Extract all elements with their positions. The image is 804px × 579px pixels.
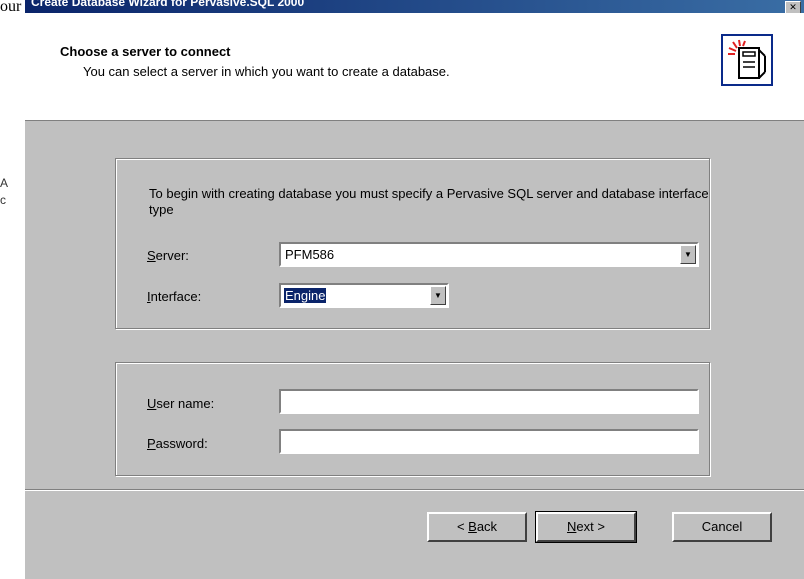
server-value: PFM586 bbox=[285, 247, 335, 262]
background-text-fragment: A bbox=[0, 176, 9, 190]
wizard-header: Choose a server to connect You can selec… bbox=[25, 13, 804, 121]
wizard-server-icon bbox=[721, 34, 773, 86]
password-field[interactable] bbox=[279, 429, 699, 454]
next-button[interactable]: Next > bbox=[535, 511, 637, 543]
window-title: Create Database Wizard for Pervasive.SQL… bbox=[31, 0, 305, 9]
close-icon: ✕ bbox=[789, 2, 797, 12]
server-select[interactable]: PFM586 ▼ bbox=[279, 242, 699, 267]
interface-select[interactable]: Engine ▼ bbox=[279, 283, 449, 308]
interface-label: Interface: bbox=[147, 289, 202, 304]
title-bar: Create Database Wizard for Pervasive.SQL… bbox=[25, 0, 804, 14]
back-button[interactable]: < Back bbox=[427, 512, 527, 542]
interface-value: Engine bbox=[282, 287, 328, 304]
button-separator bbox=[25, 489, 804, 491]
background-text-fragment: c bbox=[0, 193, 6, 207]
username-label: User name: bbox=[147, 396, 215, 411]
server-label: Server: bbox=[147, 248, 189, 263]
username-field[interactable] bbox=[279, 389, 699, 414]
chevron-down-icon: ▼ bbox=[434, 291, 442, 300]
page-subtitle: You can select a server in which you wan… bbox=[83, 64, 450, 79]
page-title: Choose a server to connect bbox=[60, 44, 231, 59]
interface-dropdown-button[interactable]: ▼ bbox=[430, 286, 446, 305]
chevron-down-icon: ▼ bbox=[684, 250, 692, 259]
password-label: Password: bbox=[147, 436, 208, 451]
cancel-button[interactable]: Cancel bbox=[672, 512, 772, 542]
server-dropdown-button[interactable]: ▼ bbox=[680, 245, 696, 264]
wizard-dialog: Create Database Wizard for Pervasive.SQL… bbox=[25, 0, 804, 579]
instruction-text: To begin with creating database you must… bbox=[149, 186, 709, 217]
credentials-group bbox=[115, 362, 710, 476]
